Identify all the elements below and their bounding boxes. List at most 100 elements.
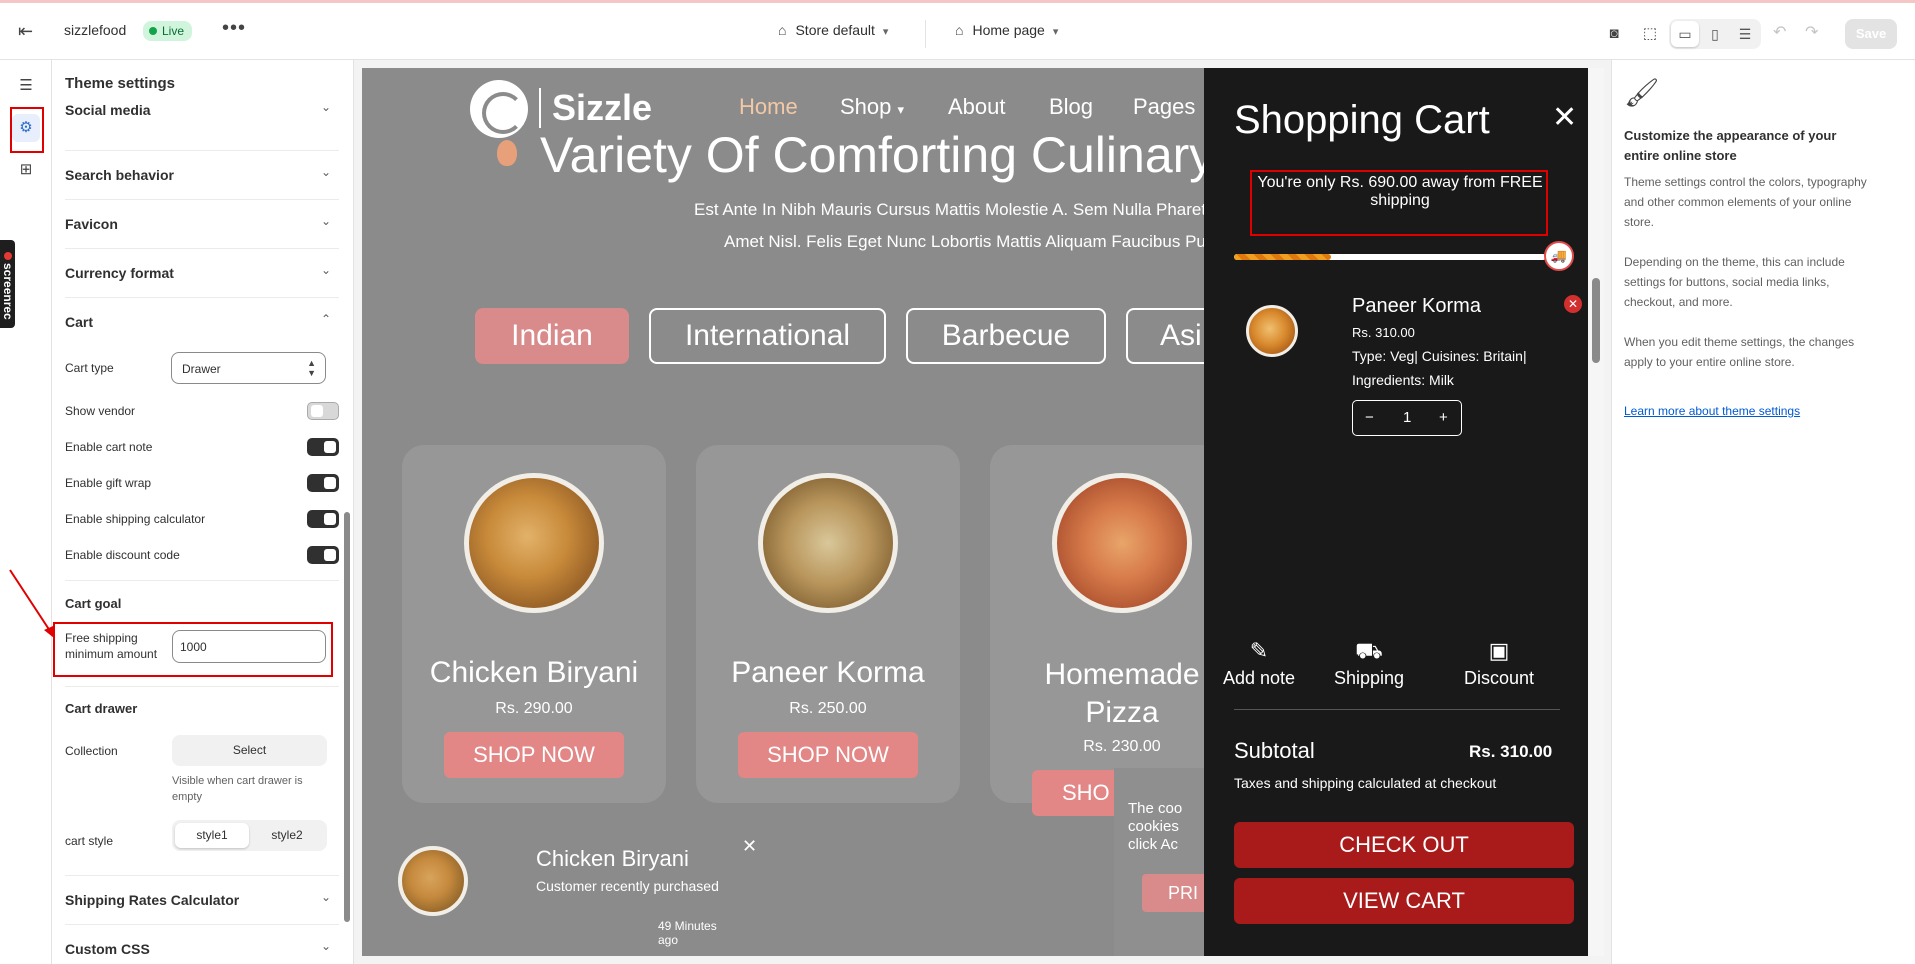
paneer-korma-image[interactable] xyxy=(758,473,898,613)
section-cart[interactable]: Cart ⌃ xyxy=(65,297,339,346)
style2-option[interactable]: style2 xyxy=(250,823,324,848)
chevron-up-icon: ⌃ xyxy=(320,312,331,326)
nav-home[interactable]: Home xyxy=(739,94,798,120)
ai-sidekick-icon[interactable]: ◙ xyxy=(1600,20,1628,48)
device-switcher: ▭ ▯ ☰ xyxy=(1669,19,1761,49)
hero-subtitle-line-2: Amet Nisl. Felis Eget Nunc Lobortis Matt… xyxy=(724,232,1230,251)
toggle-row: Enable cart note xyxy=(65,438,339,460)
remove-item-icon[interactable]: ✕ xyxy=(1564,295,1582,313)
hero-subtitle-line-1: Est Ante In Nibh Mauris Cursus Mattis Mo… xyxy=(694,200,1239,219)
nav-pages[interactable]: Pages xyxy=(1133,94,1195,120)
close-icon[interactable]: ✕ xyxy=(742,836,757,857)
progress-fill xyxy=(1234,254,1331,260)
screenrec-label: screenrec xyxy=(1,263,15,320)
highlight-box xyxy=(53,622,333,677)
cart-type-select[interactable]: Drawer ▲ ▼ xyxy=(171,352,326,384)
homemade-pizza-image[interactable] xyxy=(1052,473,1192,613)
icon-rail: ☰ ⚙ ⊞ xyxy=(0,60,52,964)
show-vendor-toggle[interactable] xyxy=(307,402,339,420)
discount-action[interactable]: ▣ Discount xyxy=(1424,638,1574,689)
redo-icon[interactable]: ↷ xyxy=(1805,22,1818,42)
page-selector-label: Home page xyxy=(972,22,1045,38)
nav-about[interactable]: About xyxy=(948,94,1006,120)
increase-quantity-button[interactable]: + xyxy=(1439,409,1448,426)
apps-icon[interactable]: ⊞ xyxy=(12,156,40,184)
top-bar: ⇤ sizzlefood Live ••• ⌂ Store default ▾ ⌂ H… xyxy=(0,0,1915,60)
product-name[interactable]: Paneer Korma xyxy=(696,656,960,690)
preview-scrollbar[interactable] xyxy=(1588,68,1604,956)
page-selector[interactable]: ⌂ Home page ▾ xyxy=(955,22,1058,38)
chevron-down-icon: ⌄ xyxy=(320,214,331,228)
logo-text[interactable]: Sizzle xyxy=(552,87,652,129)
desktop-view-icon[interactable]: ▭ xyxy=(1671,21,1699,47)
chicken-biryani-image[interactable] xyxy=(464,473,604,613)
fullwidth-view-icon[interactable]: ☰ xyxy=(1731,21,1759,47)
category-tab-indian[interactable]: Indian xyxy=(475,308,629,364)
toast-caption: Customer recently purchased xyxy=(536,878,719,894)
sections-icon[interactable]: ☰ xyxy=(12,72,40,100)
shop-now-button[interactable]: SHOP NOW xyxy=(444,732,624,778)
close-icon[interactable]: ✕ xyxy=(1552,100,1577,135)
learn-more-link[interactable]: Learn more about theme settings xyxy=(1624,404,1800,418)
logo-icon[interactable] xyxy=(470,80,528,138)
cookie-banner: The coo cookies click Ac PRI xyxy=(1114,768,1232,956)
enable-shipping-calculator-toggle[interactable] xyxy=(307,510,339,528)
cart-title: Shopping Cart xyxy=(1234,98,1490,142)
action-label: Discount xyxy=(1463,668,1535,688)
cart-item-image[interactable] xyxy=(1246,305,1298,357)
category-tab-international[interactable]: International xyxy=(649,308,886,364)
chevron-down-icon: ⌄ xyxy=(320,939,331,953)
exit-icon[interactable]: ⇤ xyxy=(18,21,33,42)
purchase-notification[interactable]: Chicken Biryani Customer recently purcha… xyxy=(398,836,757,947)
record-dot-icon xyxy=(4,252,12,261)
enable-discount-code-toggle[interactable] xyxy=(307,546,339,564)
style1-option[interactable]: style1 xyxy=(175,823,249,848)
section-label: Currency format xyxy=(65,265,174,281)
quantity-value[interactable]: 1 xyxy=(1403,409,1411,426)
divider xyxy=(65,686,339,687)
truck-icon: ⛟ xyxy=(1355,638,1383,663)
product-name[interactable]: Chicken Biryani xyxy=(402,656,666,690)
inspector-icon[interactable]: ⬚ xyxy=(1636,20,1664,48)
scrollbar-thumb[interactable] xyxy=(344,512,350,922)
cart-goal-heading: Cart goal xyxy=(65,596,122,611)
add-note-action[interactable]: ✎ Add note xyxy=(1204,638,1314,689)
toggle-row: Enable gift wrap xyxy=(65,474,339,496)
nav-shop[interactable]: Shop ▾ xyxy=(840,94,904,120)
enable-cart-note-toggle[interactable] xyxy=(307,438,339,456)
section-search-behavior[interactable]: Search behavior ⌄ xyxy=(65,150,339,199)
action-label: Shipping xyxy=(1333,668,1405,688)
more-actions-button[interactable]: ••• xyxy=(222,17,246,40)
section-shipping-rates-calculator[interactable]: Shipping Rates Calculator ⌄ xyxy=(65,875,339,924)
cart-item-ingredients: Ingredients: Milk xyxy=(1352,372,1454,388)
settings-scrollbar[interactable] xyxy=(341,60,353,964)
paint-brush-icon: 🖌 xyxy=(1624,77,1660,108)
undo-icon[interactable]: ↶ xyxy=(1773,22,1786,42)
live-label: Live xyxy=(162,24,185,38)
checkout-button[interactable]: CHECK OUT xyxy=(1234,822,1574,868)
theme-selector[interactable]: ⌂ Store default ▾ xyxy=(778,22,888,38)
section-favicon[interactable]: Favicon ⌄ xyxy=(65,199,339,248)
nav-blog[interactable]: Blog xyxy=(1049,94,1093,120)
section-social-media[interactable]: Social media ⌄ xyxy=(65,100,339,149)
enable-gift-wrap-toggle[interactable] xyxy=(307,474,339,492)
mobile-view-icon[interactable]: ▯ xyxy=(1701,21,1729,47)
cart-item-name[interactable]: Paneer Korma xyxy=(1352,295,1481,318)
toggle-label: Enable shipping calculator xyxy=(65,512,206,526)
product-name[interactable]: Homemade Pizza xyxy=(1022,656,1222,732)
shipping-action[interactable]: ⛟ Shipping xyxy=(1314,638,1424,689)
save-button[interactable]: Save xyxy=(1845,19,1897,49)
view-cart-button[interactable]: VIEW CART xyxy=(1234,878,1574,924)
collection-select-button[interactable]: Select xyxy=(172,735,327,766)
chevron-down-icon: ⌄ xyxy=(320,890,331,904)
highlight-box xyxy=(10,107,44,153)
section-label: Custom CSS xyxy=(65,941,150,957)
category-tab-barbecue[interactable]: Barbecue xyxy=(906,308,1106,364)
help-paragraph: When you edit theme settings, the change… xyxy=(1624,335,1855,369)
decrease-quantity-button[interactable]: − xyxy=(1365,409,1374,426)
screenrec-tab[interactable]: screenrec xyxy=(0,240,15,328)
scrollbar-thumb[interactable] xyxy=(1592,278,1600,363)
shop-now-button[interactable]: SHOP NOW xyxy=(738,732,918,778)
section-currency-format[interactable]: Currency format ⌄ xyxy=(65,248,339,297)
section-custom-css[interactable]: Custom CSS ⌄ xyxy=(65,924,339,964)
